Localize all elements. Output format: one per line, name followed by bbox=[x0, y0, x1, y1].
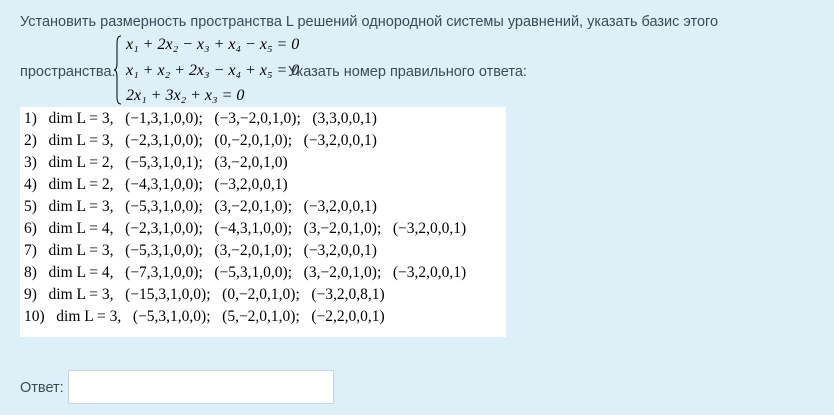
option-9: 9) dim L = 3, (−15,3,1,0,0); (0,−2,0,1,0… bbox=[24, 286, 385, 303]
answer-label: Ответ: bbox=[20, 380, 64, 396]
equation-3: 2x₁ + 3x₂ + x₃ = 0 bbox=[126, 87, 245, 104]
option-6: 6) dim L = 4, (−2,3,1,0,0); (−4,3,1,0,0)… bbox=[24, 220, 467, 237]
brace-icon bbox=[114, 35, 122, 105]
question-prefix: пространства. bbox=[20, 64, 116, 80]
option-8: 8) dim L = 4, (−7,3,1,0,0); (−5,3,1,0,0)… bbox=[24, 264, 467, 281]
options-list: 1) dim L = 3, (−1,3,1,0,0); (−3,−2,0,1,0… bbox=[20, 107, 506, 337]
option-4: 4) dim L = 2, (−4,3,1,0,0); (−3,2,0,0,1) bbox=[24, 176, 288, 193]
option-3: 3) dim L = 2, (−5,3,1,0,1); (3,−2,0,1,0) bbox=[24, 154, 288, 171]
option-7: 7) dim L = 3, (−5,3,1,0,0); (3,−2,0,1,0)… bbox=[24, 242, 377, 259]
equation-2: x₁ + x₂ + 2x₃ − x₄ + x₅ = 0 bbox=[126, 62, 300, 79]
equation-1: x₁ + 2x₂ − x₃ + x₄ − x₅ = 0 bbox=[126, 36, 300, 53]
option-5: 5) dim L = 3, (−5,3,1,0,0); (3,−2,0,1,0)… bbox=[24, 198, 377, 215]
question-suffix: Указать номер правильного ответа: bbox=[288, 64, 527, 80]
question-text: Установить размерность пространства L ре… bbox=[20, 14, 719, 30]
option-1: 1) dim L = 3, (−1,3,1,0,0); (−3,−2,0,1,0… bbox=[24, 110, 377, 127]
equation-system: x₁ + 2x₂ − x₃ + x₄ − x₅ = 0 x₁ + x₂ + 2x… bbox=[114, 35, 299, 107]
option-2: 2) dim L = 3, (−2,3,1,0,0); (0,−2,0,1,0)… bbox=[24, 132, 377, 149]
option-10: 10) dim L = 3, (−5,3,1,0,0); (5,−2,0,1,0… bbox=[24, 308, 385, 325]
answer-input[interactable] bbox=[68, 370, 334, 404]
